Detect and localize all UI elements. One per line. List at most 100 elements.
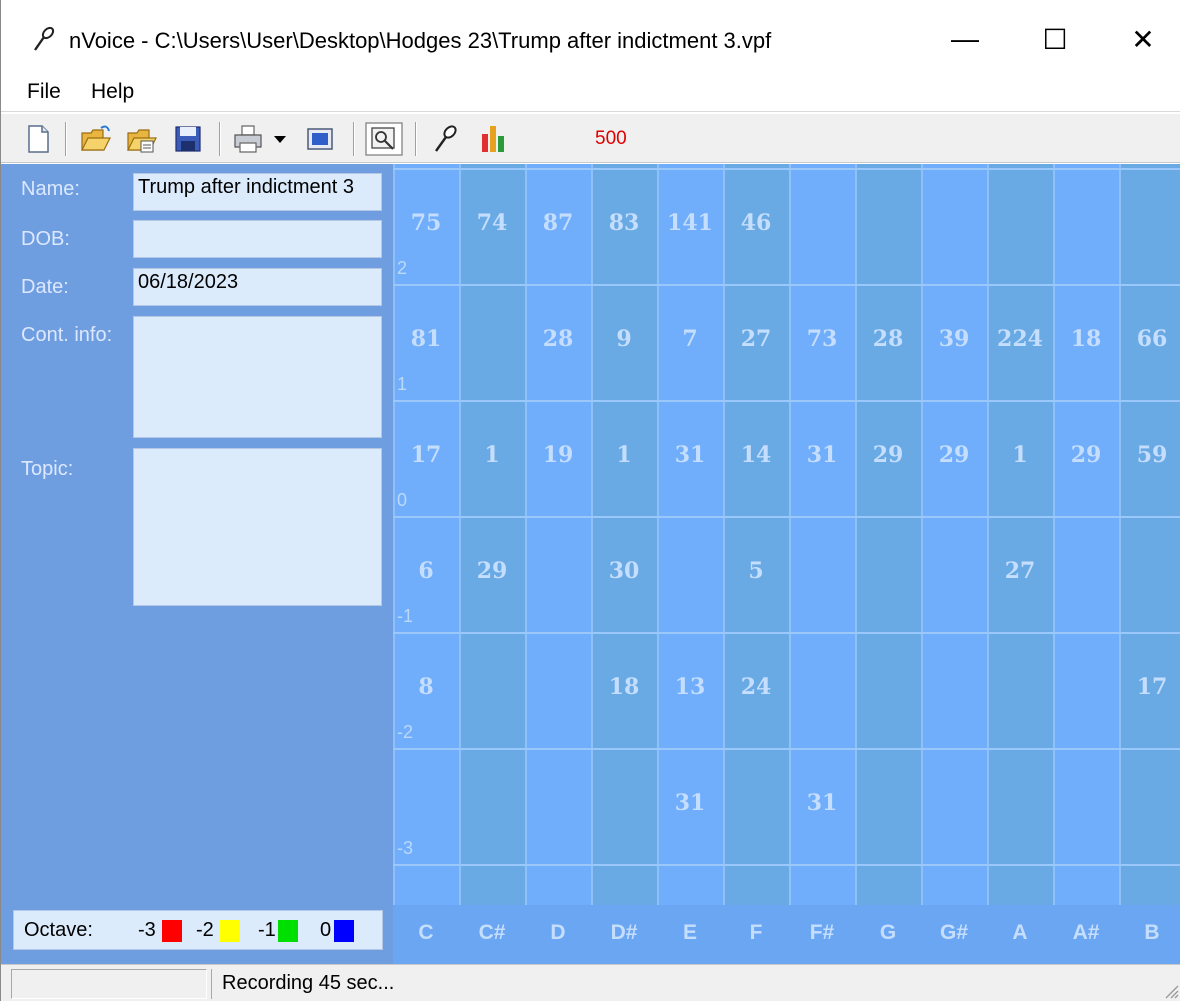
pitch-count-cell: 46 bbox=[740, 210, 772, 236]
pitch-count-cell: 1 bbox=[1012, 442, 1028, 468]
resize-grip-icon[interactable] bbox=[1163, 983, 1179, 999]
note-label: D# bbox=[610, 921, 638, 944]
close-button[interactable]: ✕ bbox=[1113, 14, 1173, 64]
topic-label: Topic: bbox=[21, 458, 74, 480]
pitch-count-cell: 8 bbox=[418, 674, 434, 700]
pitch-count-cell: 66 bbox=[1136, 326, 1168, 352]
pitch-count-cell: 13 bbox=[674, 674, 706, 700]
microphone-icon[interactable] bbox=[429, 122, 463, 156]
pitch-count-cell: 17 bbox=[1136, 674, 1168, 700]
print-dropdown-icon[interactable] bbox=[271, 122, 289, 156]
note-column bbox=[987, 164, 1053, 905]
octave-legend-value: -2 bbox=[196, 919, 214, 941]
name-label: Name: bbox=[21, 178, 80, 200]
pitch-count-cell: 31 bbox=[674, 442, 706, 468]
pitch-count-cell: 87 bbox=[542, 210, 574, 236]
bar-chart-icon[interactable] bbox=[477, 122, 511, 156]
note-column bbox=[459, 164, 525, 905]
pitch-count-cell: 73 bbox=[806, 326, 838, 352]
pitch-count-cell: 5 bbox=[748, 558, 764, 584]
octave-color-swatch bbox=[220, 920, 240, 942]
note-column bbox=[1119, 164, 1180, 905]
note-label: C bbox=[418, 921, 434, 944]
nvoice-window: nVoice - C:\Users\User\Desktop\Hodges 23… bbox=[0, 0, 1180, 1001]
note-label: C# bbox=[478, 921, 506, 944]
note-column bbox=[855, 164, 921, 905]
title-bar[interactable]: nVoice - C:\Users\User\Desktop\Hodges 23… bbox=[1, 0, 1180, 76]
pitch-count-cell: 17 bbox=[410, 442, 442, 468]
grid-line bbox=[393, 516, 1180, 518]
microphone-icon bbox=[34, 26, 55, 51]
topic-field[interactable] bbox=[133, 448, 382, 606]
toolbar-separator bbox=[353, 122, 355, 156]
note-label: G bbox=[879, 921, 897, 944]
status-pane bbox=[11, 969, 207, 999]
toolbar-separator bbox=[415, 122, 417, 156]
grid-line bbox=[393, 400, 1180, 402]
new-document-icon[interactable] bbox=[21, 122, 55, 156]
menu-help[interactable]: Help bbox=[87, 78, 138, 106]
pitch-count-cell: 74 bbox=[476, 210, 508, 236]
contact-info-field[interactable] bbox=[133, 316, 382, 438]
octave-legend-value: 0 bbox=[320, 919, 332, 941]
pitch-count-cell: 31 bbox=[806, 790, 838, 816]
toolbar: 500 bbox=[1, 113, 1180, 163]
pitch-count-cell: 141 bbox=[667, 210, 713, 236]
note-label: E bbox=[682, 921, 697, 944]
octave-color-swatch bbox=[162, 920, 182, 942]
date-label: Date: bbox=[21, 276, 69, 298]
octave-color-swatch bbox=[278, 920, 298, 942]
note-label: B bbox=[1144, 921, 1160, 944]
pitch-count-cell: 83 bbox=[608, 210, 640, 236]
pitch-count-cell: 27 bbox=[1004, 558, 1036, 584]
octave-row-label: -2 bbox=[397, 722, 414, 742]
pitch-count-cell: 75 bbox=[410, 210, 442, 236]
minimize-button[interactable]: — bbox=[935, 14, 995, 64]
date-field[interactable]: 06/18/2023 bbox=[133, 268, 382, 306]
note-label: A# bbox=[1072, 921, 1100, 944]
open-folder-recent-icon[interactable] bbox=[125, 122, 159, 156]
grid-line bbox=[393, 168, 1180, 170]
save-icon[interactable] bbox=[171, 122, 205, 156]
note-column bbox=[1053, 164, 1119, 905]
octave-legend: Octave: -3 -2 -1 0 bbox=[13, 910, 383, 950]
pitch-count-cell: 81 bbox=[410, 326, 442, 352]
pitch-count-cell: 6 bbox=[418, 558, 434, 584]
note-column bbox=[921, 164, 987, 905]
pitch-count-cell: 31 bbox=[806, 442, 838, 468]
name-field[interactable]: Trump after indictment 3 bbox=[133, 173, 382, 211]
pitch-count-cell: 9 bbox=[616, 326, 632, 352]
menu-file[interactable]: File bbox=[23, 78, 65, 106]
grid-line bbox=[393, 284, 1180, 286]
note-column bbox=[525, 164, 591, 905]
maximize-button[interactable]: ☐ bbox=[1025, 14, 1085, 64]
info-panel: Name: Trump after indictment 3 DOB: Date… bbox=[1, 164, 393, 964]
display-icon[interactable] bbox=[303, 122, 337, 156]
dob-field[interactable] bbox=[133, 220, 382, 258]
pitch-count-cell: 29 bbox=[938, 442, 970, 468]
pitch-count-cell: 29 bbox=[476, 558, 508, 584]
note-header-bar: C C# D D# E F F# G G# A A# B bbox=[393, 905, 1180, 964]
pitch-count-cell: 30 bbox=[608, 558, 640, 584]
record-settings-icon[interactable] bbox=[365, 122, 403, 156]
note-label: D bbox=[550, 921, 566, 944]
toolbar-separator bbox=[219, 122, 221, 156]
octave-row-label: 0 bbox=[397, 490, 408, 510]
pitch-count-cell: 28 bbox=[542, 326, 574, 352]
sample-count: 500 bbox=[595, 128, 627, 149]
octave-row-label: 1 bbox=[397, 374, 408, 394]
pitch-count-cell: 29 bbox=[1070, 442, 1102, 468]
print-icon[interactable] bbox=[231, 122, 265, 156]
grid-line bbox=[393, 748, 1180, 750]
grid-line bbox=[393, 864, 1180, 866]
octave-row-label: 2 bbox=[397, 258, 408, 278]
pitch-count-cell: 39 bbox=[938, 326, 970, 352]
octave-legend-value: -1 bbox=[258, 919, 276, 941]
open-folder-icon[interactable] bbox=[79, 122, 113, 156]
pitch-count-cell: 224 bbox=[997, 326, 1043, 352]
pitch-count-cell: 7 bbox=[682, 326, 698, 352]
pitch-count-cell: 31 bbox=[674, 790, 706, 816]
note-label: F# bbox=[809, 921, 835, 944]
window-title: nVoice - C:\Users\User\Desktop\Hodges 23… bbox=[69, 28, 772, 53]
dob-label: DOB: bbox=[21, 228, 70, 250]
